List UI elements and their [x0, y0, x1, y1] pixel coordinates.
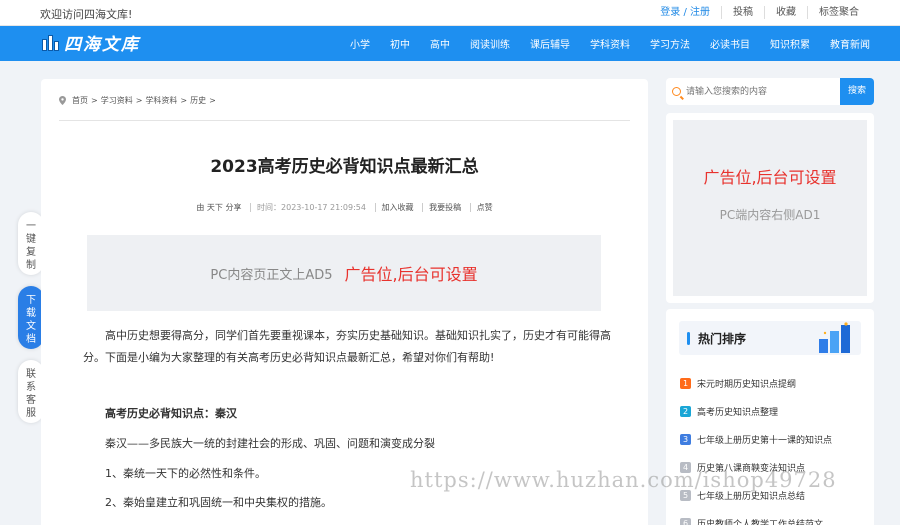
side-ad-text: 广告位,后台可设置: [703, 168, 837, 187]
copy-label: 一键复制: [26, 221, 36, 271]
nav-item-books[interactable]: 必读书目: [710, 36, 750, 51]
breadcrumb-subject[interactable]: 学科资料: [145, 95, 177, 106]
hot-ranking-list: 1 宋元时期历史知识点提纲 2 高考历史知识点整理 3 七年级上册历史第十一课的知识点 4 历…: [680, 369, 832, 525]
breadcrumb-home[interactable]: 首页: [72, 95, 88, 106]
section-heading: 高考历史必背知识点：秦汉: [105, 407, 237, 420]
nav-item-methods[interactable]: 学习方法: [650, 36, 690, 51]
search-button[interactable]: 搜索: [840, 78, 874, 105]
hot-list-item[interactable]: 6 历史教师个人教学工作总结范文: [680, 509, 832, 525]
hot-list-item[interactable]: 1 宋元时期历史知识点提纲: [680, 369, 832, 397]
nav-item-knowledge[interactable]: 知识积累: [770, 36, 810, 51]
hot-ranking-title: 热门排序: [698, 332, 747, 346]
article-line: 2、秦始皇建立和巩固统一和中央集权的措施。: [105, 496, 332, 509]
side-ad-banner[interactable]: 广告位,后台可设置 PC端内容右侧AD1: [673, 120, 867, 296]
site-logo[interactable]: 四海文库: [42, 30, 140, 55]
article-title: 2023高考历史必背知识点最新汇总: [210, 157, 479, 177]
ad-slot-text: 广告位,后台可设置: [344, 265, 478, 284]
breadcrumb-separator: >: [135, 96, 143, 105]
top-bar: 欢迎访问四海文库! 登录 / 注册 投稿 收藏 标签聚合: [0, 0, 900, 26]
hot-ranking-header: 热门排序: [679, 321, 861, 355]
breadcrumb-history[interactable]: 历史: [190, 95, 206, 106]
breadcrumb-separator: >: [180, 96, 188, 105]
tag-aggregate-link[interactable]: 标签聚合: [807, 6, 870, 19]
hot-ranking-card: 热门排序 1 宋元时期历史知识点提纲 2 高考历史知识点整理 3 七年级上册历史第十一课的…: [666, 309, 874, 525]
add-favorite-link[interactable]: 加入收藏: [374, 203, 420, 212]
hot-item-title: 历史教师个人教学工作总结范文: [697, 519, 824, 525]
rank-badge: 1: [680, 377, 691, 389]
book-logo-icon: [42, 33, 60, 53]
rank-badge: 2: [680, 405, 691, 417]
search-input[interactable]: [686, 83, 836, 100]
login-register-link[interactable]: 登录 / 注册: [649, 6, 721, 19]
nav-item-materials[interactable]: 学科资料: [590, 36, 630, 51]
header-accent-bar: [687, 332, 690, 345]
service-label: 联系客服: [26, 369, 36, 419]
logo-text: 四海文库: [64, 35, 140, 55]
nav-item-primary[interactable]: 小学: [350, 36, 370, 51]
hot-item-title: 七年级上册历史第十一课的知识点: [697, 435, 833, 446]
submit-article-link[interactable]: 我要投稿: [422, 203, 468, 212]
side-ad-card: 广告位,后台可设置 PC端内容右侧AD1: [666, 113, 874, 303]
ad-slot-label: PC内容页正文上AD5: [210, 267, 333, 283]
location-pin-icon: [59, 96, 66, 105]
search-icon: [672, 87, 681, 96]
breadcrumb: 首页 > 学习资料 > 学科资料 > 历史 >: [59, 95, 219, 106]
article-meta: 由 天下 分享 时间：2023-10-17 21:09:54 加入收藏 我要投稿…: [41, 202, 648, 213]
welcome-text: 欢迎访问四海文库!: [40, 8, 133, 21]
article-card: 首页 > 学习资料 > 学科资料 > 历史 > 2023高考历史必背知识点最新汇…: [41, 79, 648, 525]
nav-item-senior[interactable]: 高中: [430, 36, 450, 51]
article-intro: 高中历史想要得高分，同学们首先要重视课本，夯实历史基础知识。基础知识扎实了，历史…: [83, 329, 611, 364]
hot-item-title: 高考历史知识点整理: [697, 407, 779, 418]
nav-item-reading[interactable]: 阅读训练: [470, 36, 510, 51]
divider: [59, 120, 630, 121]
download-label: 下载文档: [26, 295, 36, 345]
like-link[interactable]: 点赞: [469, 203, 499, 212]
hot-list-item[interactable]: 3 七年级上册历史第十一课的知识点: [680, 425, 832, 453]
rank-badge: 3: [680, 433, 691, 445]
article-line: 秦汉——多民族大一统的封建社会的形成、巩固、问题和演变成分裂: [105, 437, 435, 450]
breadcrumb-study[interactable]: 学习资料: [101, 95, 133, 106]
watermark-text: https://www.huzhan.com/ishop49728: [410, 468, 837, 492]
main-nav: 小学 初中 高中 阅读训练 课后辅导 学科资料 学习方法 必读书目 知识积累 教…: [350, 26, 870, 61]
author: 由 天下 分享: [196, 203, 242, 212]
nav-item-tutoring[interactable]: 课后辅导: [530, 36, 570, 51]
rank-badge: 6: [680, 517, 691, 525]
publish-time: 时间：2023-10-17 21:09:54: [250, 203, 372, 212]
breadcrumb-separator: >: [91, 96, 98, 105]
breadcrumb-separator: >: [209, 96, 216, 105]
nav-bar: 四海文库 小学 初中 高中 阅读训练 课后辅导 学科资料 学习方法 必读书目 知…: [0, 26, 900, 61]
nav-item-junior[interactable]: 初中: [390, 36, 410, 51]
side-ad-label: PC端内容右侧AD1: [719, 208, 821, 222]
hot-list-item[interactable]: 2 高考历史知识点整理: [680, 397, 832, 425]
content-ad-banner[interactable]: PC内容页正文上AD5 广告位,后台可设置: [87, 235, 601, 311]
favorite-link[interactable]: 收藏: [764, 6, 807, 19]
contribute-link[interactable]: 投稿: [721, 6, 764, 19]
hot-item-title: 宋元时期历史知识点提纲: [697, 379, 797, 390]
nav-item-news[interactable]: 教育新闻: [830, 36, 870, 51]
bar-chart-icon: [819, 322, 850, 353]
top-links: 登录 / 注册 投稿 收藏 标签聚合: [649, 6, 870, 19]
search-box: 搜索: [666, 78, 874, 105]
